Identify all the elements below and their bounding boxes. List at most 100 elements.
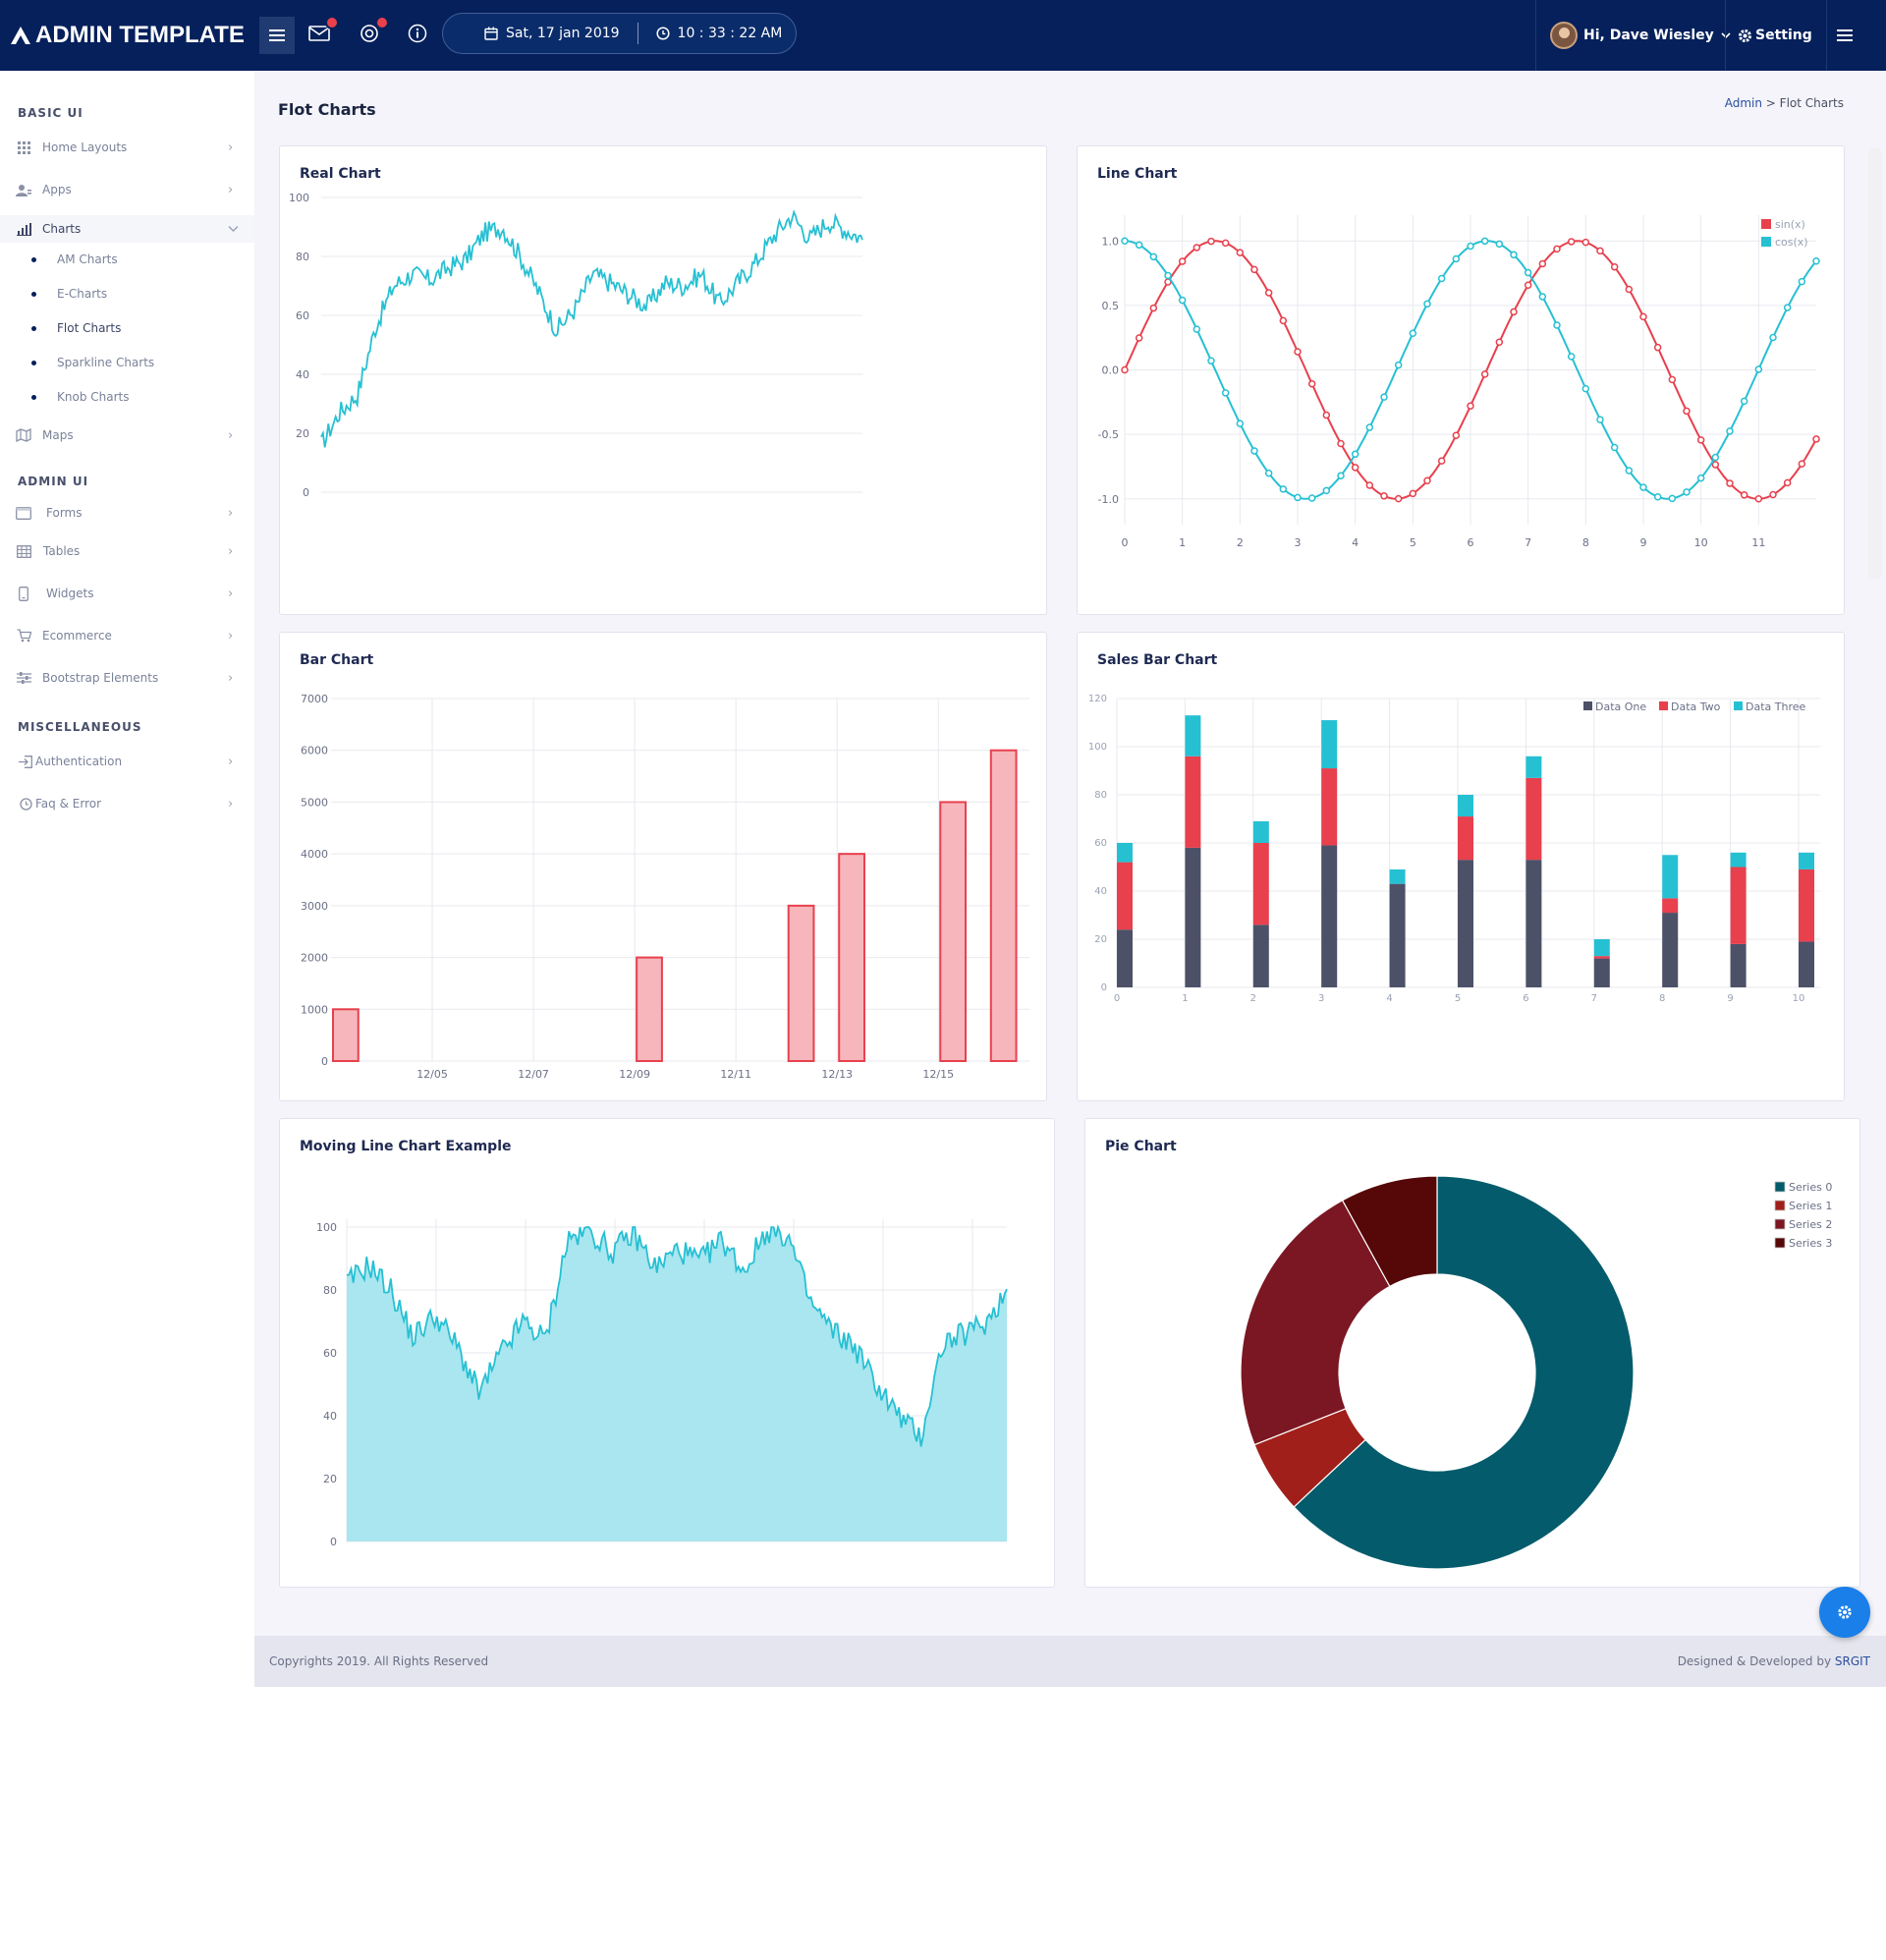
x-tick-label: 12/13 [821, 1068, 853, 1081]
sidebar-item-authentication[interactable]: Authentication › [0, 748, 254, 775]
sidebar-item-faq-error[interactable]: Faq & Error › [0, 790, 254, 817]
data-point [1798, 277, 1806, 286]
right-panel-toggle[interactable] [1831, 22, 1858, 49]
legend-swatch [1774, 1181, 1786, 1193]
bar-segment [1525, 860, 1542, 987]
sidebar-subitem-flot-charts[interactable]: Flot Charts [0, 316, 254, 340]
data-point [1711, 461, 1720, 469]
data-point [1121, 237, 1129, 245]
data-point [1423, 300, 1431, 308]
sidebar-item-label: Home Layouts [42, 140, 128, 154]
x-tick-label: 10 [1793, 993, 1805, 1004]
avatar [1550, 22, 1578, 49]
sidebar-subitem-knob-charts[interactable]: Knob Charts [0, 385, 254, 409]
sign-in-icon [18, 754, 33, 769]
data-point [1452, 431, 1461, 439]
bar-segment [1525, 777, 1542, 861]
bar-segment [1458, 860, 1473, 987]
data-point [1149, 252, 1158, 261]
settings-menu[interactable]: Setting [1725, 0, 1827, 71]
sidebar-toggle-button[interactable] [259, 17, 295, 54]
data-point [1250, 447, 1258, 455]
hamburger-icon [269, 29, 285, 41]
sidebar-item-ecommerce[interactable]: Ecommerce › [0, 622, 254, 649]
sidebar-subitem-e-charts[interactable]: E-Charts [0, 282, 254, 306]
data-point [1683, 407, 1691, 416]
section-heading: BASIC UI [18, 106, 83, 120]
page-scrollbar[interactable] [1868, 147, 1882, 580]
data-point [1610, 443, 1619, 452]
line-chart-card: Line Chart -1.0 -0.5 0.0 0.5 1.0 0 1 2 3 4 5 6 7 8 9 10… [1077, 145, 1845, 615]
info-button[interactable] [404, 20, 431, 47]
data-point [1135, 241, 1143, 250]
subitem-label: E-Charts [57, 287, 108, 301]
sidebar-subitem-am-charts[interactable]: AM Charts [0, 248, 254, 271]
sales-bar-chart-card: Sales Bar Chart 0 20 40 60 80 100 120 0 1 2 3 4 5 6 7 8… [1077, 632, 1845, 1101]
y-tick-label: 0 [330, 1536, 337, 1548]
user-greeting: Hi, Dave Wiesley [1583, 28, 1714, 43]
users-icon [16, 182, 31, 197]
chevron-right-icon: › [228, 670, 234, 686]
subitem-label: Flot Charts [57, 321, 122, 335]
sidebar-item-widgets[interactable]: Widgets › [0, 580, 254, 607]
legend-label: Series 1 [1789, 1200, 1832, 1212]
bar-segment [1321, 768, 1338, 846]
bar-segment [1252, 924, 1269, 987]
data-point [1581, 238, 1590, 247]
data-point [1812, 256, 1820, 265]
y-tick-label: 60 [323, 1347, 337, 1360]
data-point [1783, 304, 1792, 311]
x-tick-label: 4 [1352, 536, 1359, 549]
logo-icon [11, 27, 30, 44]
designer-link[interactable]: SRGIT [1835, 1654, 1870, 1668]
sidebar-item-bootstrap-elements[interactable]: Bootstrap Elements › [0, 664, 254, 692]
data-point [1726, 427, 1734, 435]
data-point [1164, 271, 1172, 280]
data-point [1250, 265, 1258, 274]
section-heading: ADMIN UI [18, 475, 89, 488]
y-tick-label: 80 [1094, 790, 1107, 801]
brand-logo[interactable]: ADMIN TEMPLATE [10, 20, 245, 51]
grid-icon [16, 140, 31, 155]
sidebar-item-apps[interactable]: Apps › [0, 176, 254, 203]
settings-fab-button[interactable] [1819, 1587, 1870, 1638]
data-point [1610, 262, 1619, 271]
x-tick-label: 9 [1640, 536, 1647, 549]
bar-segment [1730, 852, 1747, 868]
data-point [1409, 329, 1417, 338]
chevron-right-icon: › [228, 140, 234, 155]
bar-segment [1730, 943, 1747, 987]
sidebar-item-forms[interactable]: Forms › [0, 499, 254, 527]
sidebar-subitem-sparkline-charts[interactable]: Sparkline Charts [0, 351, 254, 374]
bullet [31, 325, 36, 331]
sidebar-item-label: Authentication [35, 755, 123, 768]
sidebar-item-maps[interactable]: Maps › [0, 421, 254, 449]
data-point [1294, 348, 1302, 356]
designed-by: Designed & Developed by SRGIT [1678, 1654, 1870, 1668]
notifications-button[interactable] [356, 16, 389, 47]
x-tick-label: 5 [1455, 993, 1461, 1004]
sidebar-item-charts[interactable]: Charts [0, 215, 254, 243]
data-point [1193, 244, 1201, 252]
breadcrumb-root[interactable]: Admin [1725, 96, 1762, 110]
bullet [31, 360, 36, 365]
messages-button[interactable] [305, 16, 339, 47]
user-menu[interactable]: Hi, Dave Wiesley [1535, 0, 1732, 71]
legend-label: Series 0 [1789, 1181, 1832, 1194]
chevron-right-icon: › [228, 427, 234, 443]
data-point [1394, 494, 1403, 503]
data-point [1596, 247, 1604, 255]
data-point [1567, 353, 1576, 361]
chevron-down-icon [228, 222, 239, 237]
sidebar-item-home-layouts[interactable]: Home Layouts › [0, 134, 254, 161]
x-tick-label: 1 [1182, 993, 1188, 1004]
breadcrumb-separator: > [1765, 96, 1776, 110]
bar-segment [1321, 720, 1338, 769]
data-point [1207, 237, 1215, 246]
sales-bar-chart: 0 20 40 60 80 100 120 0 1 2 3 4 5 6 7 8 9 10 Data One Data … [1088, 694, 1820, 1004]
bar-segment [1252, 820, 1269, 843]
sidebar-item-tables[interactable]: Tables › [0, 537, 254, 565]
data-point [1480, 370, 1489, 378]
sidebar-item-label: Forms [46, 506, 83, 520]
bullet [31, 291, 36, 297]
